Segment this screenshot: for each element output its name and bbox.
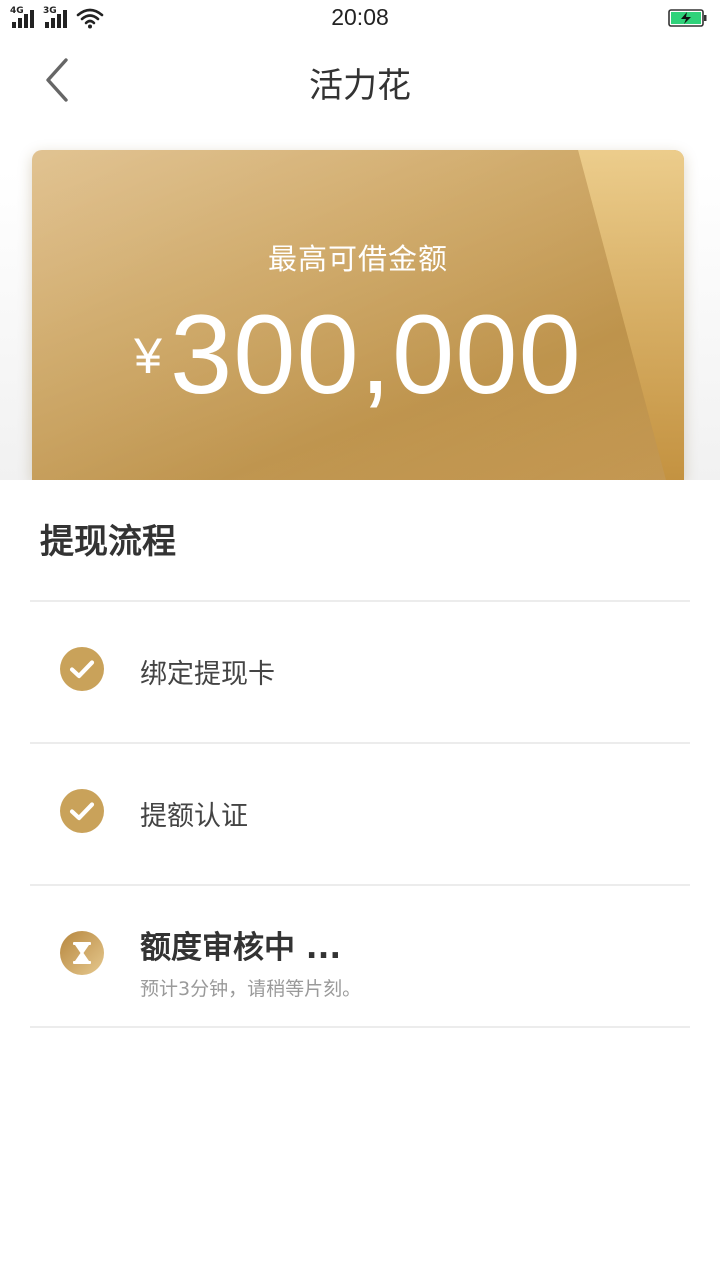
currency-symbol: ¥ (134, 328, 162, 384)
step-label: 绑定提现卡 (140, 659, 275, 690)
page-title: 活力花 (309, 66, 411, 106)
step-limit-review: 额度审核中 ... 预计3分钟，请稍等片刻。 (30, 886, 690, 1026)
chevron-left-icon (46, 58, 68, 102)
step-bind-card[interactable]: 绑定提现卡 (30, 602, 690, 742)
step-label: 提额认证 (140, 801, 248, 832)
battery-charging-icon (668, 9, 707, 27)
check-circle-icon (60, 789, 104, 833)
withdraw-process-section: 提现流程 绑定提现卡 提额认证 额度审核中 ... 预计3分钟，请稍等片刻。 (0, 480, 720, 1280)
credit-limit-amount: ¥300,000 (32, 290, 684, 419)
step-label: 额度审核中 ... (140, 930, 342, 966)
hourglass-icon (60, 931, 104, 975)
status-time: 20:08 (331, 4, 389, 30)
step-sub-label: 预计3分钟，请稍等片刻。 (140, 978, 362, 1000)
amount-value: 300,000 (169, 292, 582, 417)
nav-bar: 活力花 (0, 44, 720, 116)
status-bar: 4G 3G 20:08 (0, 0, 720, 40)
back-button[interactable] (32, 54, 84, 106)
divider (30, 1026, 690, 1028)
credit-limit-card: 最高可借金额 ¥300,000 (32, 150, 684, 480)
step-limit-auth[interactable]: 提额认证 (30, 744, 690, 884)
section-title: 提现流程 (40, 522, 176, 562)
credit-limit-label: 最高可借金额 (267, 242, 448, 276)
check-circle-icon (60, 647, 104, 691)
